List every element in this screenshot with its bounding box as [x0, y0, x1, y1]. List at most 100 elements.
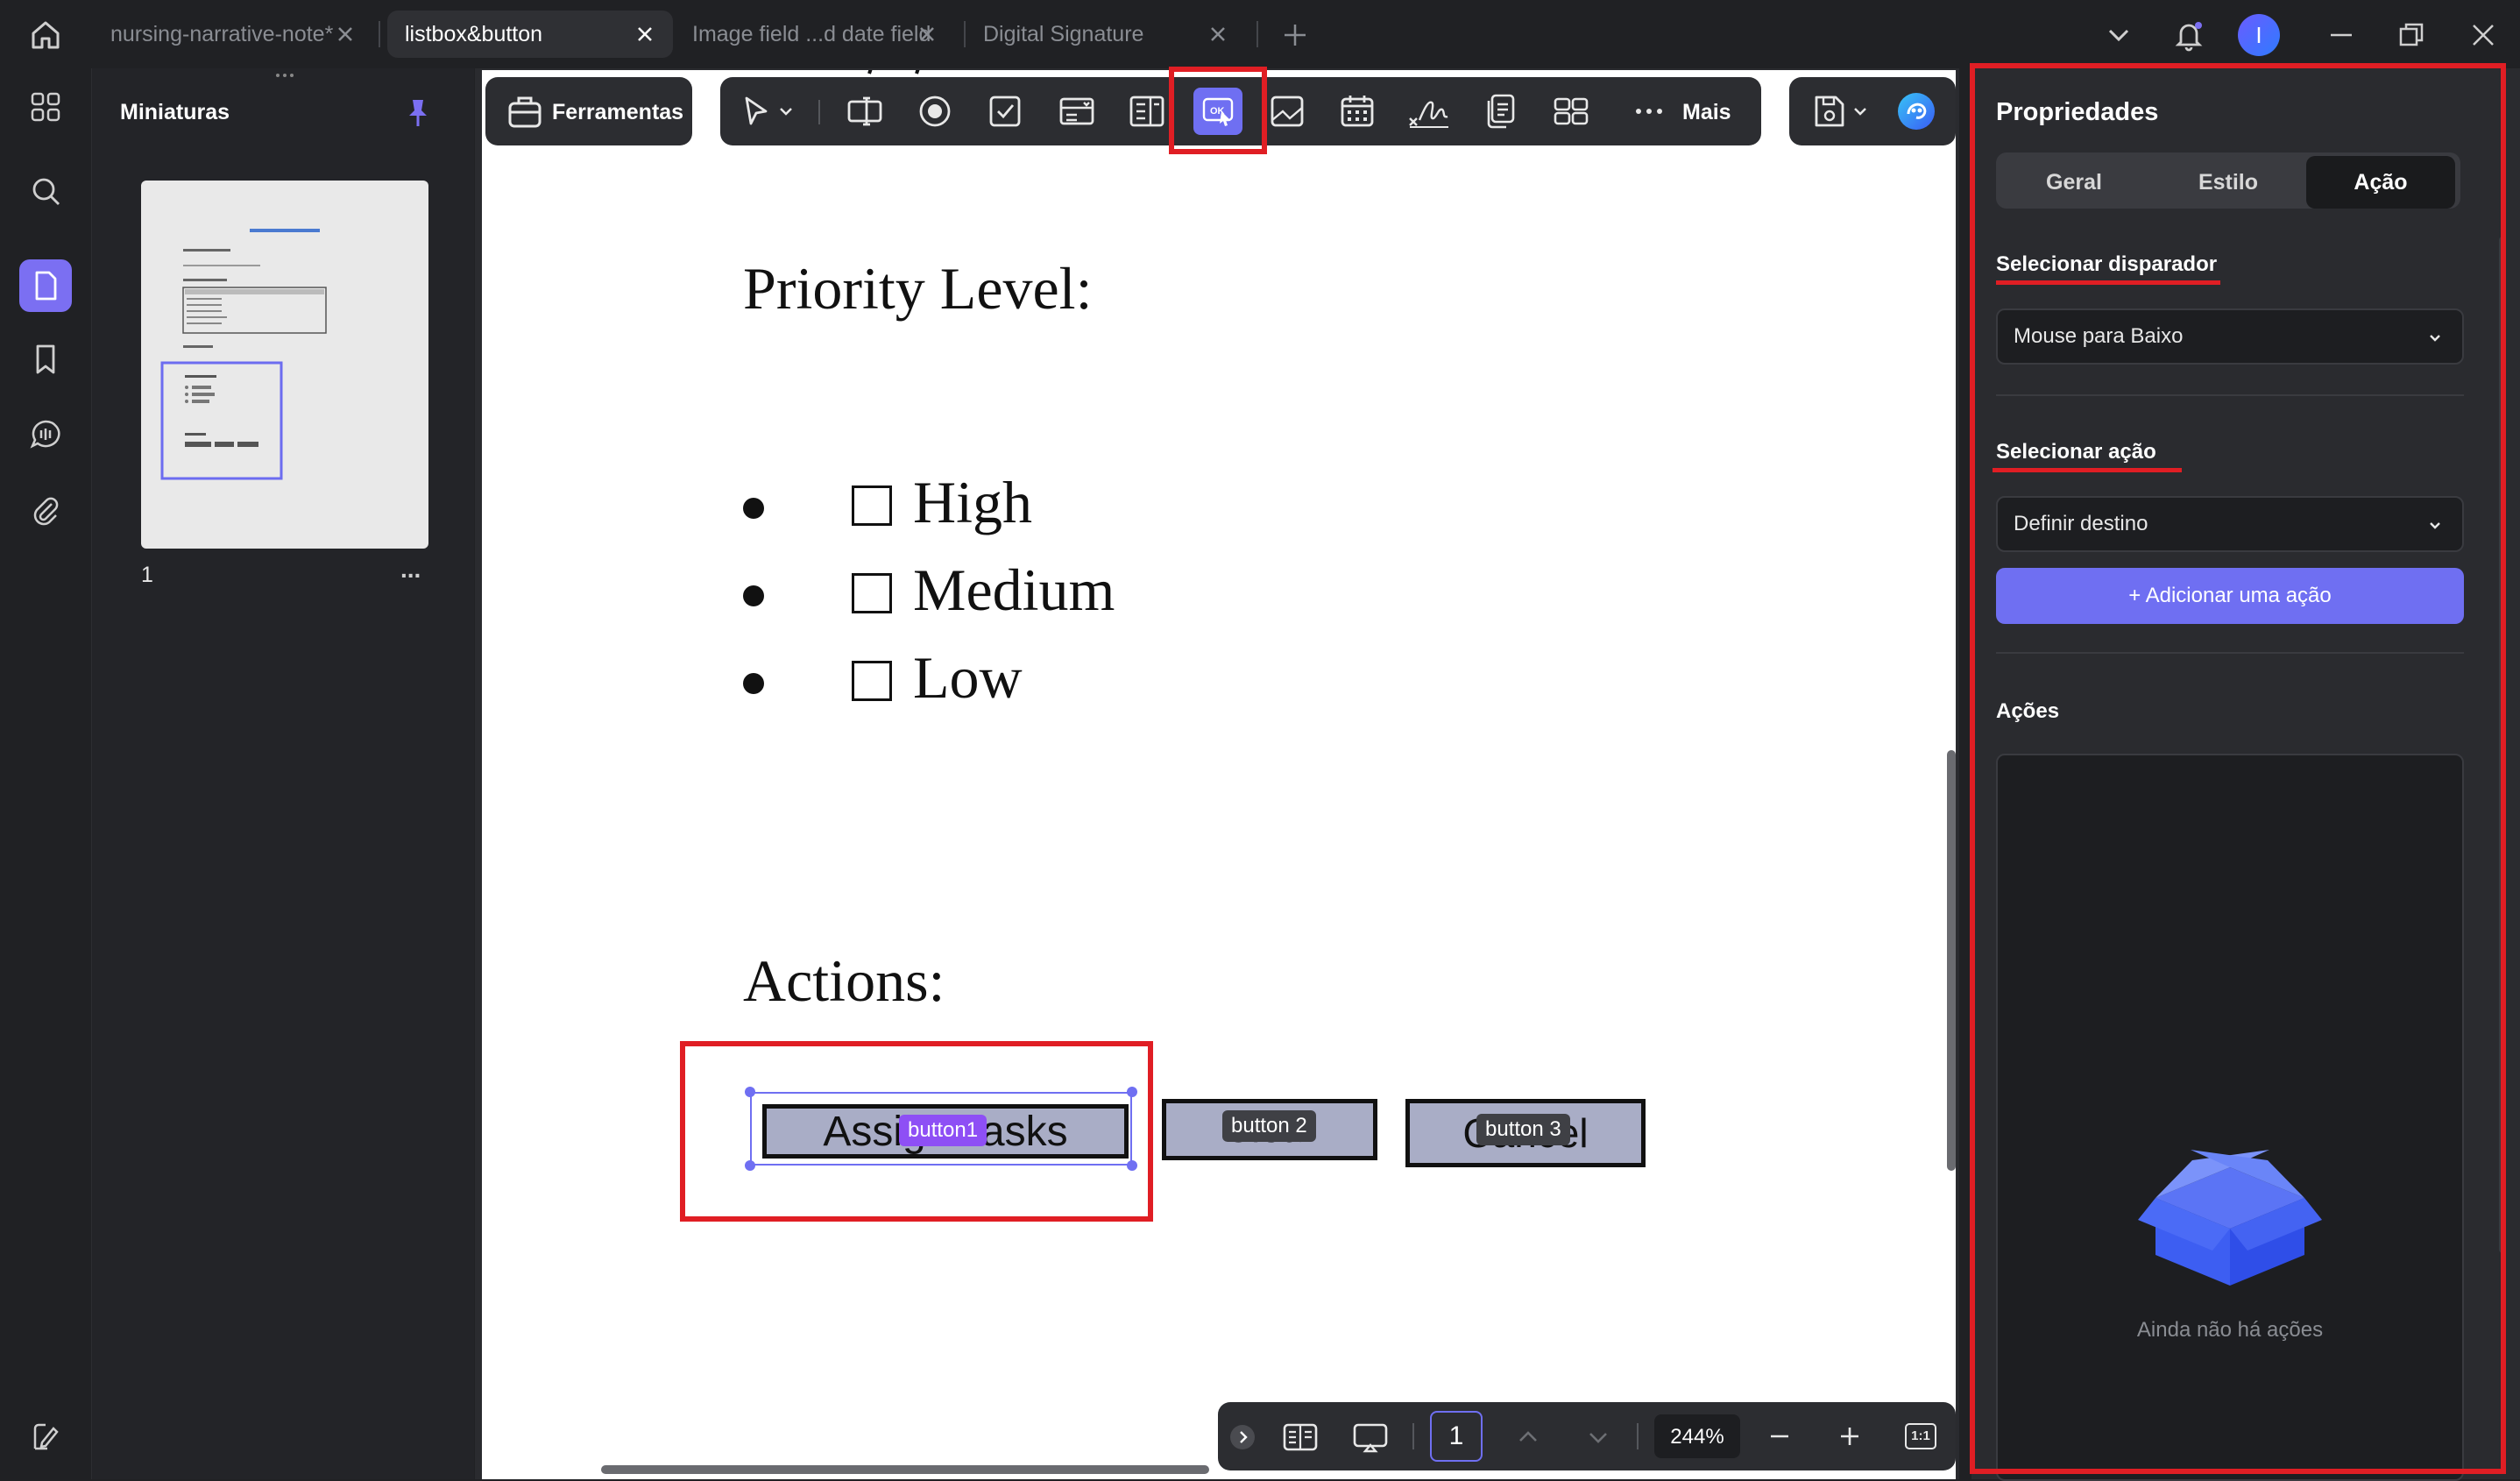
- thumbnail-more-icon[interactable]: ...: [400, 556, 421, 584]
- zoom-level-value: 244%: [1670, 1425, 1724, 1449]
- tools-toolbar: Ferramentas: [485, 77, 692, 145]
- tab-label: nursing-narrative-note*: [110, 21, 334, 46]
- select-cursor-icon[interactable]: [734, 89, 778, 133]
- zoom-out-icon[interactable]: [1763, 1420, 1796, 1453]
- thumbnail-panel: Miniaturas 1 ...: [91, 68, 474, 1479]
- signature-field-icon[interactable]: [1407, 89, 1451, 133]
- resize-handle[interactable]: [1127, 1087, 1137, 1097]
- actions-heading: Actions:: [743, 947, 945, 1014]
- horizontal-scrollbar[interactable]: [601, 1465, 1209, 1474]
- chevron-down-icon[interactable]: [2099, 16, 2138, 54]
- radio-button-icon[interactable]: [913, 89, 957, 133]
- expand-chevron-icon[interactable]: [1230, 1425, 1255, 1449]
- field-button-3[interactable]: Cancel button 3: [1405, 1099, 1646, 1167]
- restore-icon[interactable]: [2392, 16, 2431, 54]
- zoom-in-icon[interactable]: [1833, 1420, 1866, 1453]
- resize-handle[interactable]: [745, 1087, 755, 1097]
- next-page-icon[interactable]: [1582, 1421, 1614, 1453]
- resize-handle[interactable]: [745, 1160, 755, 1171]
- grid-layout-icon[interactable]: [1549, 89, 1593, 133]
- tab-divider: [1256, 21, 1258, 47]
- option-label: Medium: [913, 556, 1115, 623]
- field-name-tag: button 2: [1222, 1110, 1316, 1142]
- field-button-2[interactable]: Clear button 2: [1162, 1099, 1377, 1160]
- vertical-scrollbar[interactable]: [1947, 750, 1956, 1171]
- tools-button[interactable]: Ferramentas: [552, 100, 683, 125]
- page-thumbnail[interactable]: [141, 181, 428, 549]
- title-bar: nursing-narrative-note* listbox&button I…: [0, 0, 2520, 68]
- bullet-icon: [743, 498, 764, 519]
- chevron-down-icon[interactable]: [1847, 89, 1873, 133]
- close-icon[interactable]: [333, 22, 357, 46]
- search-icon[interactable]: [19, 165, 72, 217]
- tab-label: listbox&button: [405, 21, 543, 46]
- list-box-icon[interactable]: [1125, 89, 1169, 133]
- option-label: Low: [913, 644, 1023, 711]
- home-icon[interactable]: [26, 16, 65, 54]
- new-tab-icon[interactable]: [1278, 18, 1313, 53]
- tab-nursing-narrative-note[interactable]: nursing-narrative-note*: [93, 11, 373, 58]
- attachment-icon[interactable]: [19, 484, 72, 536]
- toolbar-divider: [1412, 1423, 1414, 1449]
- bullet-icon: [743, 673, 764, 694]
- chevron-down-icon[interactable]: [773, 89, 799, 133]
- left-rail: [0, 68, 91, 1479]
- previous-page-icon[interactable]: [1512, 1421, 1544, 1453]
- field-name-tag: button 3: [1476, 1114, 1570, 1145]
- reading-mode-icon[interactable]: [1281, 1418, 1320, 1456]
- clipped-text-fragment: [867, 70, 938, 77]
- avatar[interactable]: I: [2238, 14, 2280, 56]
- minimize-icon[interactable]: [2322, 16, 2361, 54]
- apps-grid-icon[interactable]: [19, 81, 72, 133]
- toolbar-divider: [818, 100, 820, 124]
- tab-divider: [379, 21, 380, 47]
- tools-icon[interactable]: [505, 91, 545, 131]
- close-icon[interactable]: [633, 22, 657, 46]
- text-field-icon[interactable]: [843, 89, 887, 133]
- more-icon[interactable]: [1632, 89, 1667, 133]
- field-name-tag: button1: [899, 1115, 987, 1146]
- tab-label: Image field ...d date field: [692, 21, 931, 46]
- sidebar-settings-icon[interactable]: [19, 1411, 72, 1463]
- tab-listbox-button[interactable]: listbox&button: [387, 11, 673, 58]
- page-navigation-bar: 1 244% 1:1: [1218, 1402, 1956, 1470]
- thumbnail-panel-title: Miniaturas: [120, 100, 230, 124]
- pin-icon[interactable]: [400, 95, 435, 130]
- page-number-value: 1: [1448, 1421, 1464, 1450]
- page-thumbnails-icon[interactable]: [19, 259, 72, 312]
- priority-heading: Priority Level:: [743, 255, 1093, 322]
- tab-label: Digital Signature: [983, 21, 1144, 46]
- more-button[interactable]: Mais: [1682, 100, 1731, 125]
- thumbnail-page-number: 1: [141, 563, 153, 587]
- save-ai-toolbar: [1789, 77, 1956, 145]
- comment-icon[interactable]: [19, 408, 72, 461]
- resize-handle[interactable]: [1127, 1160, 1137, 1171]
- image-field-icon[interactable]: [1265, 89, 1309, 133]
- ai-assistant-icon[interactable]: [1894, 89, 1938, 133]
- document-page[interactable]: Priority Level: High Medium Low Actions:…: [482, 70, 1956, 1479]
- bookmark-icon[interactable]: [19, 333, 72, 386]
- avatar-letter: I: [2255, 21, 2262, 48]
- checkbox-medium[interactable]: [852, 573, 892, 613]
- tab-image-field[interactable]: Image field ...d date field: [675, 11, 955, 58]
- close-icon[interactable]: [1206, 22, 1230, 46]
- save-icon[interactable]: [1807, 89, 1851, 133]
- presentation-icon[interactable]: [1351, 1418, 1390, 1456]
- close-window-icon[interactable]: [2464, 16, 2502, 54]
- actual-size-button[interactable]: 1:1: [1905, 1423, 1936, 1449]
- bullet-icon: [743, 585, 764, 606]
- checkbox-icon[interactable]: [983, 89, 1027, 133]
- combo-box-icon[interactable]: [1055, 89, 1099, 133]
- properties-highlight: [1970, 63, 2506, 1474]
- checkbox-low[interactable]: [852, 661, 892, 701]
- notification-bell-icon[interactable]: [2170, 16, 2208, 54]
- tab-digital-signature[interactable]: Digital Signature: [966, 11, 1246, 58]
- tool-highlight: [1169, 67, 1267, 154]
- date-field-icon[interactable]: [1335, 89, 1379, 133]
- checkbox-high[interactable]: [852, 485, 892, 526]
- toolbar-divider: [1637, 1423, 1639, 1449]
- close-icon[interactable]: [915, 22, 939, 46]
- copy-fields-icon[interactable]: [1479, 89, 1523, 133]
- field-button1[interactable]: Assign Tasks button1: [745, 1087, 1137, 1171]
- panel-resize-handle[interactable]: [267, 72, 302, 79]
